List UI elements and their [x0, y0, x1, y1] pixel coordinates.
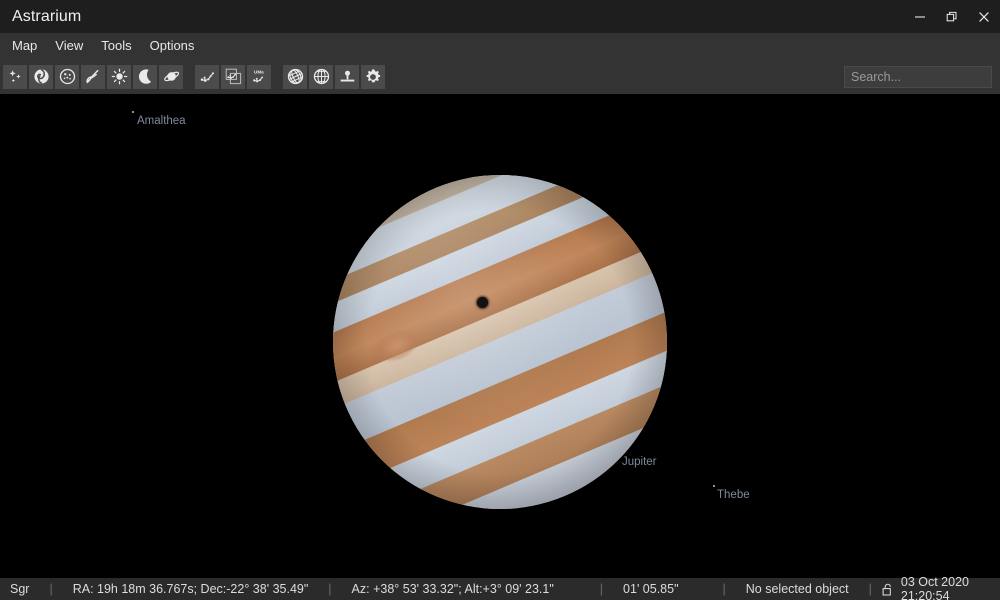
window-controls	[904, 0, 1000, 33]
unlocked-padlock-icon[interactable]	[882, 583, 893, 596]
search-container	[844, 65, 992, 88]
toolbar-group-grids	[283, 64, 385, 89]
toolbar-button-planets[interactable]	[159, 64, 183, 89]
status-separator-1: |	[49, 582, 53, 596]
status-field-of-view: 01' 05.85"	[623, 582, 679, 596]
close-icon	[978, 11, 990, 23]
toolbar-button-moon[interactable]	[133, 64, 157, 89]
minimize-button[interactable]	[904, 0, 936, 33]
sky-map-canvas[interactable]: Jupiter Amalthea Thebe	[0, 94, 1000, 578]
constellation-labels-icon: UMa	[251, 68, 268, 85]
status-equatorial-coordinates: RA: 19h 18m 36.767s; Dec:-22° 38' 35.49"	[72, 582, 309, 596]
jupiter-disk	[333, 175, 667, 509]
status-separator-4: |	[722, 582, 726, 596]
menu-item-options[interactable]: Options	[141, 33, 204, 59]
planet-jupiter[interactable]	[333, 175, 667, 509]
toolbar-button-settings[interactable]	[361, 64, 385, 89]
status-separator-3: |	[599, 582, 604, 596]
status-selected-object: No selected object	[745, 582, 849, 596]
search-input[interactable]	[844, 65, 992, 88]
constellation-lines-icon	[199, 68, 216, 85]
moon-icon	[137, 68, 154, 85]
horizontal-grid-icon	[313, 68, 330, 85]
gear-icon	[364, 68, 382, 86]
toolbar-button-clusters[interactable]	[55, 64, 79, 89]
menu-bar: Map View Tools Options	[0, 33, 1000, 59]
minimize-icon	[914, 11, 926, 23]
astrarium-window: Astrarium Map View Tools Options UMa Sea…	[0, 0, 1000, 600]
toolbar-group-bodies	[3, 64, 183, 89]
moon-shadow-transit-icon	[477, 297, 488, 308]
toolbar-button-constellation-borders[interactable]	[221, 64, 245, 89]
status-horizontal-coordinates: Az: +38° 53' 33.32"; Alt:+3° 09' 23.1"	[351, 582, 554, 596]
sky-label-jupiter[interactable]: Jupiter	[622, 456, 657, 468]
toolbar-button-deep-sky[interactable]	[29, 64, 53, 89]
globular-cluster-icon	[59, 68, 76, 85]
sky-label-amalthea[interactable]: Amalthea	[137, 115, 186, 127]
ground-icon	[339, 68, 356, 85]
planet-icon	[163, 68, 180, 85]
menu-item-view[interactable]: View	[46, 33, 92, 59]
menu-item-map[interactable]: Map	[3, 33, 46, 59]
svg-text:UMa: UMa	[254, 69, 264, 74]
title-bar: Astrarium	[0, 0, 1000, 33]
app-title: Astrarium	[12, 7, 82, 25]
galaxy-icon	[33, 68, 50, 85]
toolbar-button-stars[interactable]	[3, 64, 27, 89]
status-separator-5: |	[868, 582, 872, 596]
constellation-borders-icon	[225, 68, 242, 85]
toolbar-group-constellations: UMa	[195, 64, 271, 89]
toolbar-button-ground[interactable]	[335, 64, 359, 89]
toolbar-button-sun[interactable]	[107, 64, 131, 89]
restore-icon	[946, 11, 958, 23]
toolbar-button-horizontal-grid[interactable]	[309, 64, 333, 89]
sky-marker-thebe[interactable]	[713, 485, 715, 487]
status-bar: Sgr | RA: 19h 18m 36.767s; Dec:-22° 38' …	[0, 575, 1000, 600]
status-separator-2: |	[328, 582, 332, 596]
toolbar-button-constellation-labels[interactable]: UMa	[247, 64, 271, 89]
restore-button[interactable]	[936, 0, 968, 33]
status-constellation: Sgr	[10, 582, 30, 596]
toolbar: UMa	[0, 59, 1000, 94]
comet-icon	[85, 68, 102, 85]
equatorial-grid-icon	[286, 68, 304, 85]
close-button[interactable]	[968, 0, 1000, 33]
toolbar-button-constellation-lines[interactable]	[195, 64, 219, 89]
sun-icon	[111, 68, 128, 85]
status-right-group: 03 Oct 2020 21:20:54	[882, 575, 1000, 600]
status-datetime[interactable]: 03 Oct 2020 21:20:54	[901, 575, 986, 600]
toolbar-button-equatorial-grid[interactable]	[283, 64, 307, 89]
sky-marker-amalthea[interactable]	[132, 111, 134, 113]
sky-label-thebe[interactable]: Thebe	[717, 489, 750, 501]
stars-icon	[7, 68, 24, 85]
toolbar-button-comets[interactable]	[81, 64, 105, 89]
menu-item-tools[interactable]: Tools	[92, 33, 140, 59]
